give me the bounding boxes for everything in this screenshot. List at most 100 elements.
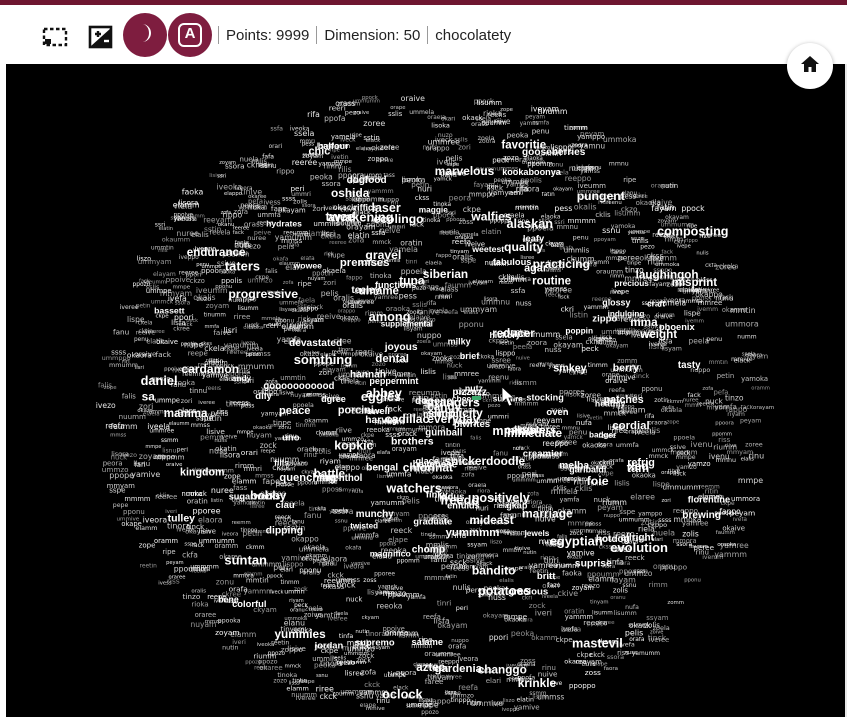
cloud-point-label[interactable]: mmumm	[109, 361, 138, 369]
cloud-point-label[interactable]: nuive	[516, 355, 530, 361]
cloud-point-label[interactable]: nuck	[705, 397, 723, 406]
cloud-point-label[interactable]: pporee	[193, 506, 221, 515]
cloud-point-label[interactable]: liszo	[490, 539, 502, 545]
cloud-point-label[interactable]: reeoka	[377, 601, 403, 610]
cloud-point-label[interactable]: penu	[134, 337, 149, 343]
cloud-point-label[interactable]: yamumm	[632, 651, 660, 657]
cloud-point-label[interactable]: pess	[554, 204, 572, 213]
cloud-point-label[interactable]: fanu	[292, 519, 305, 525]
cloud-point-label[interactable]: yammm	[368, 188, 394, 195]
cloud-point-label[interactable]: nulis	[662, 405, 674, 411]
cloud-word[interactable]: walfies	[470, 210, 512, 224]
cloud-point-label[interactable]: okayam	[483, 611, 509, 619]
cloud-word[interactable]: supremo	[355, 637, 395, 648]
cloud-point-label[interactable]: ppoive	[166, 275, 191, 284]
cloud-point-label[interactable]: ppoora	[446, 217, 465, 223]
cloud-point-label[interactable]: reefa	[441, 308, 458, 316]
cloud-point-label[interactable]: yamumm	[371, 498, 405, 507]
cloud-point-label[interactable]: ckss	[415, 194, 430, 202]
cloud-point-label[interactable]: tinela	[421, 532, 436, 538]
cloud-point-label[interactable]: riss	[217, 408, 229, 416]
cloud-word[interactable]: kookaboonya	[502, 167, 562, 177]
cloud-word[interactable]: suntan	[224, 553, 267, 568]
cloud-point-label[interactable]: orappo	[661, 470, 680, 476]
cloud-point-label[interactable]: ppock	[267, 574, 284, 580]
cloud-point-label[interactable]: ivenu	[709, 452, 730, 461]
cloud-point-label[interactable]: ppozo	[421, 710, 439, 716]
cloud-word[interactable]: sa	[142, 389, 156, 403]
cloud-point-label[interactable]: ssck	[450, 558, 468, 567]
cloud-word[interactable]: craft	[647, 299, 665, 309]
cloud-point-label[interactable]: faumm	[111, 422, 138, 431]
cloud-point-label[interactable]: fatin	[542, 192, 555, 198]
cloud-point-label[interactable]: elack	[366, 138, 381, 144]
cloud-point-label[interactable]: yamfa	[407, 594, 426, 601]
cloud-word[interactable]: harvey	[365, 415, 398, 426]
cloud-point-label[interactable]: sspe	[619, 508, 635, 516]
cloud-point-label[interactable]: ivess	[158, 580, 172, 586]
cloud-point-label[interactable]: zori	[662, 498, 671, 504]
cloud-point-label[interactable]: reetin	[499, 341, 514, 347]
cloud-point-label[interactable]: rippo	[685, 238, 698, 244]
cloud-point-label[interactable]: petin	[242, 529, 262, 538]
cloud-point-label[interactable]: yamree	[720, 541, 749, 550]
cloud-point-label[interactable]: zoree	[363, 119, 385, 128]
cloud-point-label[interactable]: ummzo	[247, 277, 272, 285]
cloud-point-label[interactable]: nutin	[222, 643, 238, 651]
cloud-point-label[interactable]: iveree	[198, 400, 215, 406]
cloud-point-label[interactable]: tinoka	[423, 218, 441, 224]
cloud-word[interactable]: pungent	[577, 189, 625, 203]
cloud-point-label[interactable]: mmpe	[237, 430, 254, 436]
cloud-point-label[interactable]: zotin	[654, 397, 669, 404]
cloud-point-label[interactable]: orari	[269, 144, 283, 150]
cloud-point-label[interactable]: mmnu	[609, 160, 629, 167]
cloud-point-label[interactable]: nuri	[417, 184, 432, 193]
cloud-word[interactable]: ciau	[276, 500, 295, 511]
cloud-word[interactable]: creamier	[523, 448, 563, 459]
cloud-point-label[interactable]: reeela	[210, 229, 231, 237]
cloud-word[interactable]: tuna	[399, 274, 425, 288]
cloud-word[interactable]: patches	[604, 394, 644, 406]
cloud-point-label[interactable]: faree	[425, 677, 444, 686]
cloud-point-label[interactable]: pess	[399, 291, 417, 300]
cloud-word[interactable]: smkey	[553, 363, 586, 375]
cloud-point-label[interactable]: orayam	[362, 146, 383, 152]
cloud-point-label[interactable]: lisora	[484, 296, 498, 302]
cloud-point-label[interactable]: reeree	[292, 158, 318, 167]
cloud-point-label[interactable]: reenu	[508, 191, 523, 197]
cloud-point-label[interactable]: fappo	[321, 583, 336, 589]
cloud-point-label[interactable]: zolis	[613, 587, 629, 595]
cloud-point-label[interactable]: ssfa	[270, 125, 283, 132]
cloud-point-label[interactable]: yamela	[331, 133, 355, 141]
cloud-point-label[interactable]: elatin	[348, 231, 370, 240]
cloud-word[interactable]: peace	[279, 405, 310, 417]
cloud-point-label[interactable]: riive	[610, 289, 624, 296]
cloud-point-label[interactable]: penu	[569, 427, 587, 436]
cloud-point-label[interactable]: orafa	[448, 643, 466, 651]
cloud-point-label[interactable]: zonu	[278, 425, 291, 431]
cloud-word[interactable]: weight	[639, 328, 677, 341]
cloud-point-label[interactable]: mmyam	[337, 488, 360, 494]
cloud-word[interactable]: kopkic	[334, 439, 373, 453]
cloud-point-label[interactable]: elatin	[481, 227, 501, 236]
cloud-point-label[interactable]: zoela	[653, 624, 670, 632]
cloud-point-label[interactable]: reezo	[309, 607, 323, 613]
cloud-point-label[interactable]: rippo	[276, 167, 294, 176]
cloud-point-label[interactable]: rioka	[483, 109, 502, 118]
cloud-point-label[interactable]: faoka	[562, 568, 582, 577]
cloud-point-label[interactable]: riri	[249, 323, 258, 331]
cloud-point-label[interactable]: elayam	[473, 279, 494, 285]
cloud-point-label[interactable]: orari	[241, 448, 258, 457]
cloud-point-label[interactable]: iveela	[247, 347, 263, 353]
cloud-point-label[interactable]: ummumm	[619, 516, 650, 523]
cloud-word[interactable]: twisted	[350, 521, 378, 530]
cloud-point-label[interactable]: ssmm	[161, 438, 179, 444]
cloud-point-label[interactable]: zoppo	[154, 452, 177, 461]
add-box-icon[interactable]	[86, 22, 116, 52]
cloud-word[interactable]: somthing	[294, 352, 353, 367]
cloud-point-label[interactable]: zomm	[667, 600, 684, 606]
cloud-point-label[interactable]: lisive	[209, 173, 224, 179]
cloud-point-label[interactable]: tinri	[437, 599, 451, 608]
cloud-word[interactable]: krinkle	[518, 676, 557, 690]
cloud-point-label[interactable]: falis	[470, 435, 481, 441]
